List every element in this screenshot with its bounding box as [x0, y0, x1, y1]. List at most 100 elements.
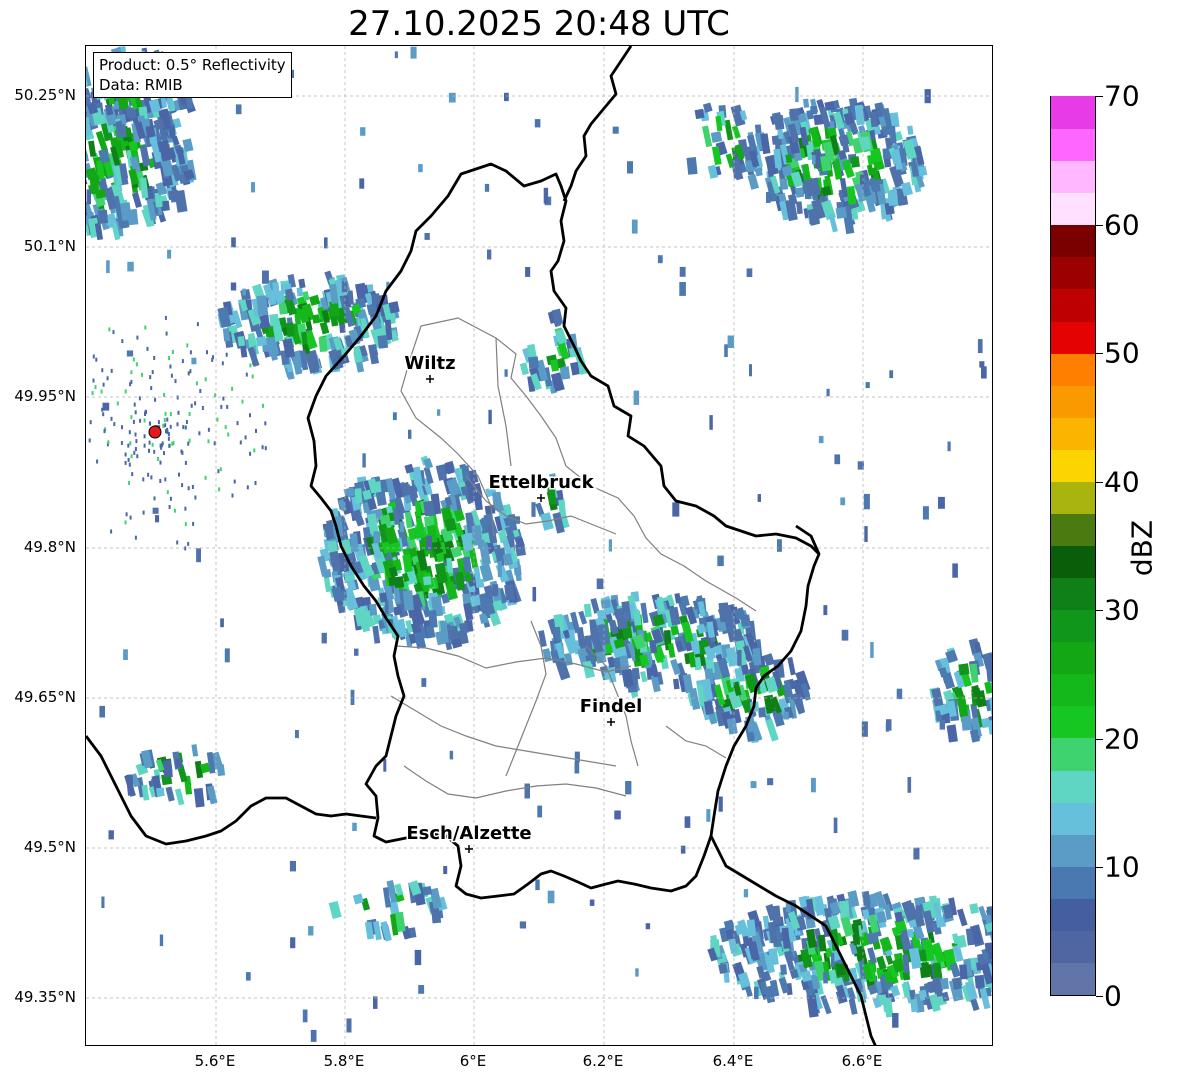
scattered-echo [492, 584, 499, 597]
clutter-cell [168, 356, 171, 360]
colorbar-step [1051, 898, 1095, 931]
scattered-echo [408, 429, 412, 439]
clutter-cell [157, 420, 160, 425]
scattered-echo [126, 350, 134, 357]
scattered-echo [861, 721, 868, 737]
clutter-cell [125, 512, 128, 517]
scattered-echo [750, 781, 757, 789]
colorbar-tick [1096, 996, 1103, 997]
clutter-cell [164, 315, 167, 320]
scattered-echo [633, 390, 640, 405]
scattered-echo [608, 539, 612, 552]
scattered-echo [504, 369, 508, 377]
city-marker: Wiltz [403, 352, 457, 383]
scattered-echo [947, 441, 951, 452]
clutter-cell [133, 402, 136, 407]
scattered-echo [727, 335, 734, 348]
echo-cell [256, 295, 269, 316]
scattered-echo [448, 92, 456, 103]
clutter-cell [143, 418, 146, 423]
scattered-echo [889, 370, 894, 379]
clutter-cell [134, 410, 137, 415]
clutter-cell [206, 350, 208, 355]
echo-cell [674, 593, 682, 604]
scattered-echo [977, 339, 983, 354]
clutter-cell [146, 346, 149, 351]
clutter-cell [131, 472, 134, 477]
clutter-cell [103, 429, 106, 434]
scattered-echo [754, 986, 759, 1000]
clutter-cell [249, 363, 252, 368]
clutter-cell [150, 386, 153, 391]
colorbar-step [1051, 224, 1095, 258]
scattered-echo [86, 189, 91, 205]
scattered-echo [352, 822, 357, 831]
city-label: Wiltz [404, 353, 455, 374]
scattered-echo [547, 890, 555, 904]
clutter-cell [92, 354, 95, 359]
scattered-echo [684, 816, 691, 828]
colorbar-step [1051, 256, 1095, 290]
clutter-cell [246, 485, 249, 490]
scattered-echo [290, 937, 296, 949]
clutter-cell [94, 385, 97, 390]
clutter-cell [261, 445, 264, 450]
scattered-echo [373, 531, 381, 544]
scattered-echo [922, 506, 929, 520]
clutter-cell [88, 438, 91, 443]
scattered-echo [709, 415, 713, 430]
scattered-echo [830, 952, 835, 967]
clutter-cell [171, 350, 174, 354]
echo-cell [876, 955, 887, 970]
colorbar-step [1051, 128, 1095, 162]
clutter-cell [165, 429, 167, 434]
map-canvas[interactable]: Wiltz Ettelbruck Findel Esch/Alzette [86, 46, 993, 1046]
clutter-cell [161, 441, 164, 446]
clutter-cell [110, 529, 113, 534]
clutter-cell [134, 535, 137, 540]
colorbar-step [1051, 737, 1095, 771]
echo-cell [673, 678, 680, 690]
colorbar-step [1051, 96, 1095, 130]
clutter-cell [130, 379, 133, 384]
scattered-echo [841, 629, 849, 641]
echo-cell [156, 787, 165, 797]
city-marker: Findel [578, 695, 644, 726]
clutter-cell [169, 412, 172, 417]
clutter-cell [149, 421, 152, 426]
clutter-cell [124, 520, 127, 525]
echo-cell [375, 491, 387, 507]
scattered-echo [534, 119, 541, 128]
scattered-echo [612, 126, 619, 134]
scattered-echo [680, 845, 686, 854]
colorbar [1050, 96, 1096, 996]
clutter-cell [130, 370, 133, 375]
clutter-cell [134, 447, 137, 451]
colorbar-step [1051, 769, 1095, 803]
colorbar-step [1051, 834, 1095, 867]
clutter-cell [164, 477, 167, 482]
product-label: Product: 0.5° Reflectivity [99, 56, 286, 74]
clutter-cell [218, 487, 221, 492]
clutter-cell [136, 335, 139, 340]
scattered-echo [359, 178, 365, 189]
colorbar-tick [1096, 96, 1103, 97]
scattered-echo [657, 255, 663, 264]
clutter-cell [142, 477, 145, 482]
scattered-echo [519, 921, 527, 929]
echo-cell [191, 744, 199, 757]
echo-cell [959, 964, 968, 980]
clutter-cell [181, 483, 184, 488]
scattered-echo [892, 1013, 899, 1028]
colorbar-step [1051, 962, 1095, 995]
scattered-echo [860, 174, 865, 185]
radar-map[interactable]: Wiltz Ettelbruck Findel Esch/Alzette [85, 45, 993, 1046]
clutter-cell [244, 435, 247, 440]
echo-cell [907, 928, 914, 938]
clutter-cell [141, 372, 143, 377]
scattered-echo [938, 496, 945, 509]
scattered-echo [625, 781, 632, 795]
city-point-icon [426, 375, 434, 383]
echo-cell [538, 630, 547, 648]
clutter-cell [194, 401, 197, 406]
